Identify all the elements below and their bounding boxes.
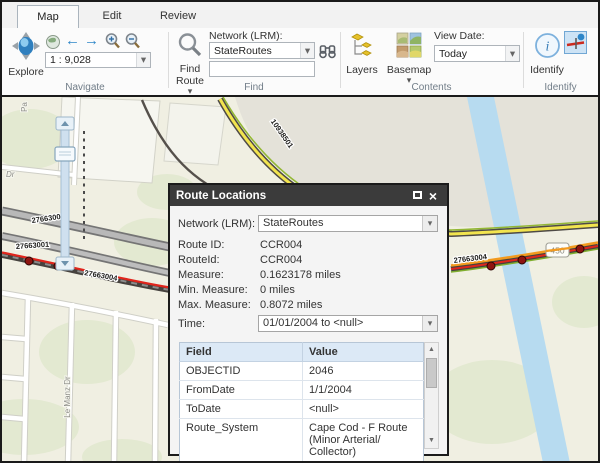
tab-edit[interactable]: Edit — [81, 5, 143, 28]
scrollbar-thumb[interactable] — [426, 358, 437, 388]
group-separator — [168, 32, 169, 88]
group-label-identify: Identify — [544, 82, 577, 93]
maximize-icon[interactable] — [409, 190, 425, 202]
view-date-value: Today — [439, 47, 468, 60]
dialog-title: Route Locations — [176, 189, 267, 202]
next-extent-arrow-icon[interactable]: → — [84, 33, 99, 48]
zoom-out-icon[interactable] — [124, 32, 142, 50]
tab-review[interactable]: Review — [145, 5, 211, 28]
tab-map[interactable]: Map — [17, 5, 79, 28]
time-value: 01/01/2004 to <null> — [263, 317, 364, 329]
chevron-down-icon[interactable]: ▾ — [422, 316, 437, 331]
table-row[interactable]: Route_System Cape Cod - F Route (Minor A… — [179, 418, 424, 461]
explore-compass-icon — [11, 31, 41, 66]
explore-button[interactable]: Explore — [6, 31, 46, 78]
layers-button[interactable]: Layers — [345, 32, 379, 76]
network-combobox[interactable]: StateRoutes ▾ — [258, 215, 438, 232]
identify-info-icon: i — [534, 32, 561, 64]
road-label: 27663004 — [84, 268, 119, 283]
map-scale-combobox[interactable]: 1 : 9,028 ▾ — [45, 52, 151, 68]
view-date-combobox[interactable]: Today ▾ — [434, 45, 520, 62]
identify-route-location-tool-icon[interactable] — [564, 31, 587, 54]
app-window: Map Edit Review Explore ← → 1: 9,028 ▾ … — [0, 0, 600, 463]
table-row[interactable]: ToDate <null> — [179, 399, 424, 419]
ribbon: Explore ← → 1 : 9,028 ▾ Navigate Find Ro… — [2, 28, 598, 96]
ribbon-tabstrip: Map Edit Review — [2, 2, 598, 28]
field-label: Network (LRM): — [178, 218, 256, 230]
field-label: Route ID: — [178, 239, 225, 251]
network-lrm-value: StateRoutes — [214, 44, 272, 57]
field-value: 0.8072 miles — [260, 299, 323, 311]
network-lrm-label: Network (LRM): — [209, 30, 283, 42]
scroll-down-icon[interactable]: ▼ — [425, 434, 438, 448]
attributes-table: Field Value OBJECTID 2046 FromDate 1/1/2… — [179, 342, 424, 461]
street-label-le-manz-dr: Le Manz Dr — [63, 376, 72, 418]
route-value-field[interactable] — [209, 61, 315, 77]
group-separator — [340, 32, 341, 88]
group-label-navigate: Navigate — [65, 82, 105, 93]
cell-field: ToDate — [179, 399, 303, 419]
chevron-down-icon[interactable]: ▾ — [136, 53, 150, 67]
find-route-label-line1: Find — [179, 63, 201, 75]
chevron-down-icon[interactable]: ▾ — [505, 46, 519, 61]
close-icon[interactable]: × — [425, 189, 441, 203]
table-header-row: Field Value — [179, 342, 424, 362]
field-value: CCR004 — [260, 239, 303, 251]
cell-value: <null> — [302, 399, 424, 419]
road-label: 27663001 — [16, 240, 50, 251]
cell-field: FromDate — [179, 380, 303, 400]
cell-field: OBJECTID — [179, 361, 303, 381]
field-label: RouteId: — [178, 254, 220, 266]
svg-text:i: i — [545, 40, 549, 55]
basemap-tiles-icon — [396, 32, 422, 64]
chevron-down-icon[interactable]: ▾ — [422, 216, 437, 231]
field-label: Measure: — [178, 269, 224, 281]
network-lrm-combobox[interactable]: StateRoutes ▾ — [209, 42, 315, 59]
layers-label: Layers — [346, 64, 378, 76]
binoculars-icon[interactable] — [319, 43, 336, 59]
cell-field: Route_System — [179, 418, 303, 461]
map-view[interactable]: 450 27663001 27663001 27663004 10938501 … — [2, 95, 598, 461]
basemap-button[interactable]: Basemap ▾ — [387, 32, 431, 85]
group-label-find: Find — [244, 82, 264, 93]
street-label-dr: Dr — [6, 170, 15, 179]
field-label: Min. Measure: — [178, 284, 248, 296]
field-value: 0 miles — [260, 284, 295, 296]
identify-button[interactable]: i Identify — [529, 32, 565, 76]
field-label: Max. Measure: — [178, 299, 251, 311]
layers-tree-icon — [349, 32, 375, 64]
group-separator — [523, 32, 524, 88]
scroll-up-icon[interactable]: ▲ — [425, 343, 438, 357]
route-locations-dialog: Route Locations × Network (LRM): StateRo… — [168, 183, 449, 461]
time-combobox[interactable]: 01/01/2004 to <null> ▾ — [258, 315, 438, 332]
table-row[interactable]: FromDate 1/1/2004 — [179, 380, 424, 400]
chevron-down-icon[interactable]: ▾ — [300, 43, 314, 58]
field-value: 0.1623178 miles — [260, 269, 341, 281]
dialog-titlebar[interactable]: Route Locations × — [170, 185, 447, 206]
cell-value: 2046 — [302, 361, 424, 381]
cell-value: Cape Cod - F Route (Minor Arterial/ Coll… — [302, 418, 424, 461]
slider-thumb[interactable] — [54, 146, 76, 162]
full-extent-globe-icon[interactable] — [45, 34, 61, 50]
table-scrollbar[interactable]: ▲ ▼ — [424, 342, 439, 449]
identify-label: Identify — [530, 64, 564, 76]
column-header-field: Field — [179, 342, 303, 362]
find-route-magnifier-icon — [177, 32, 203, 63]
network-value: StateRoutes — [263, 217, 324, 229]
field-value: CCR004 — [260, 254, 303, 266]
cell-value: 1/1/2004 — [302, 380, 424, 400]
street-label-pa: Pa — [20, 102, 29, 112]
map-scale-value: 1 : 9,028 — [50, 54, 91, 66]
field-label: Time: — [178, 318, 206, 330]
group-label-contents: Contents — [411, 82, 452, 93]
table-row[interactable]: OBJECTID 2046 — [179, 361, 424, 381]
explore-label: Explore — [8, 66, 44, 78]
column-header-value: Value — [302, 342, 424, 362]
zoom-in-icon[interactable] — [104, 32, 122, 50]
view-date-label: View Date: — [434, 30, 485, 42]
previous-extent-arrow-icon[interactable]: ← — [65, 33, 80, 48]
